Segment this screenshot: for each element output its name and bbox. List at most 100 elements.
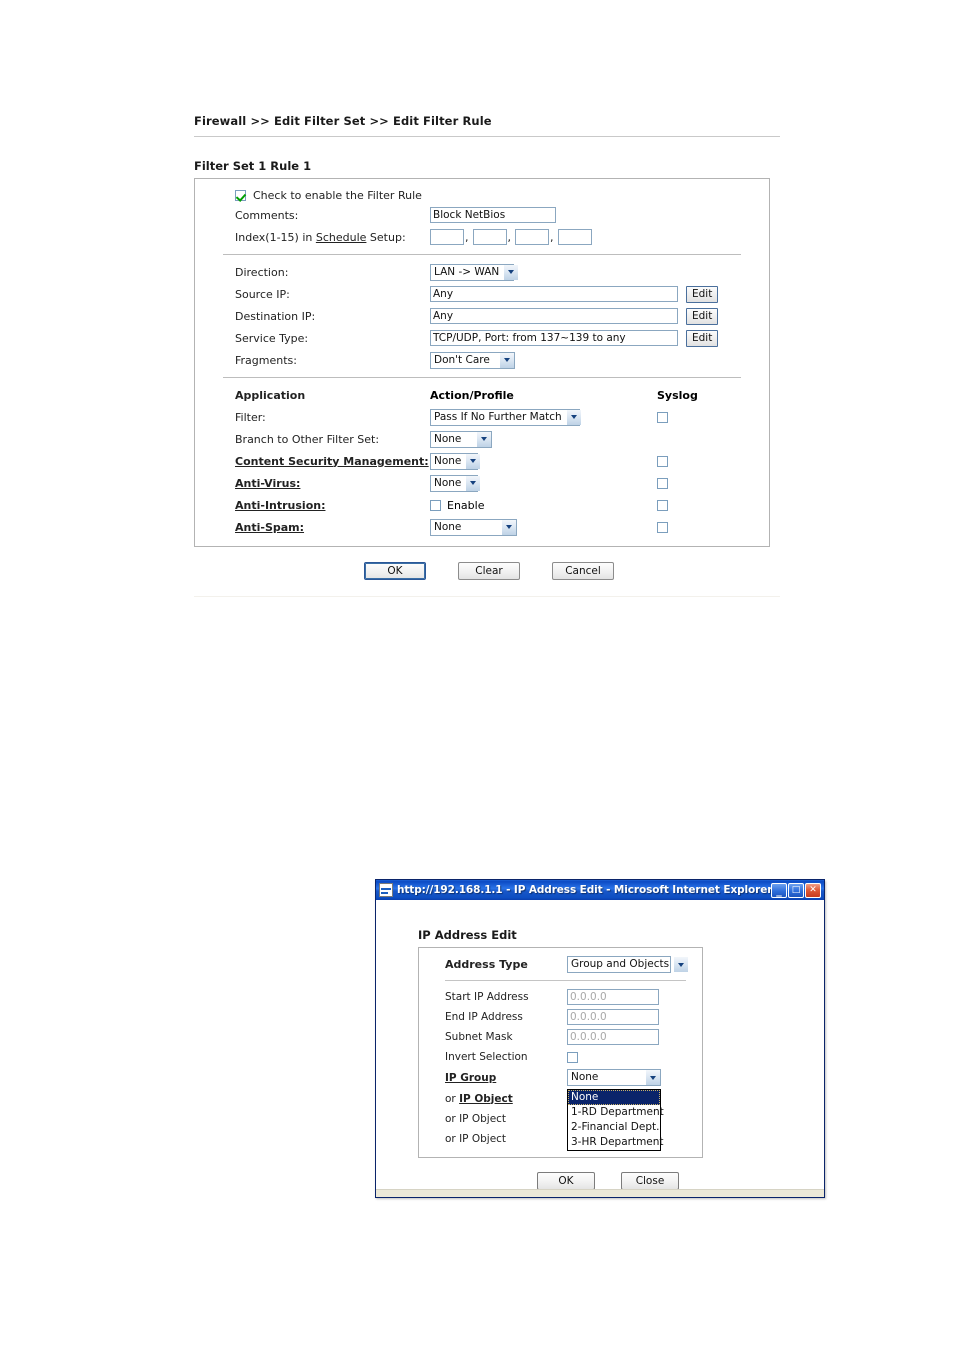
chevron-down-icon (465, 475, 481, 491)
destination-ip-input[interactable]: Any (430, 308, 678, 324)
branch-filter-set-select[interactable]: None (430, 430, 492, 448)
direction-label: Direction: (235, 265, 289, 279)
anti-spam-action-cell: None (430, 518, 585, 536)
subnet-mask-row: Subnet Mask 0.0.0.0 (419, 1027, 702, 1047)
filter-syslog-checkbox[interactable] (657, 411, 668, 423)
chevron-down-icon (465, 453, 481, 469)
dialog-ok-button[interactable]: OK (537, 1172, 595, 1190)
action-profile-column-header: Action/Profile (430, 388, 514, 402)
enable-filter-rule-checkbox[interactable] (235, 190, 246, 201)
address-type-select[interactable]: Group and Objects (567, 956, 689, 973)
dropdown-option-rd-department[interactable]: 1-RD Department (568, 1105, 664, 1120)
branch-filter-set-row: Branch to Other Filter Set: None (205, 428, 759, 450)
anti-spam-label[interactable]: Anti-Spam: (235, 521, 430, 534)
content-security-management-select[interactable]: None (430, 452, 481, 470)
dropdown-option-hr-department[interactable]: 3-HR Department (568, 1135, 664, 1150)
anti-intrusion-syslog-checkbox[interactable] (657, 499, 668, 511)
dialog-divider (445, 980, 686, 981)
ip-group-select[interactable]: None (567, 1069, 661, 1086)
content-security-management-syslog-checkbox[interactable] (657, 455, 668, 467)
ip-group-label[interactable]: IP Group (445, 1072, 567, 1084)
anti-spam-select[interactable]: None (430, 518, 517, 536)
start-ip-address-input[interactable]: 0.0.0.0 (567, 989, 659, 1005)
filter-select[interactable]: Pass If No Further Match (430, 408, 581, 426)
enable-filter-rule-row[interactable]: Check to enable the Filter Rule (205, 187, 759, 204)
anti-intrusion-row: Anti-Intrusion: Enable (205, 494, 759, 516)
service-type-input[interactable]: TCP/UDP, Port: from 137~139 to any (430, 330, 678, 346)
schedule-setup-link[interactable]: Schedule (316, 231, 367, 244)
comments-row: Comments: Block NetBios (205, 204, 759, 226)
clear-button[interactable]: Clear (458, 562, 520, 580)
ip-object-link-text[interactable]: IP Object (459, 1093, 513, 1105)
filter-rule-panel: Check to enable the Filter Rule Comments… (194, 178, 770, 547)
chevron-down-icon (645, 1070, 660, 1085)
cancel-button[interactable]: Cancel (552, 562, 614, 580)
syslog-column-header: Syslog (657, 388, 698, 402)
anti-virus-label[interactable]: Anti-Virus: (235, 477, 430, 490)
ok-button[interactable]: OK (364, 562, 426, 580)
panel-divider-1 (223, 254, 741, 255)
service-type-edit-button[interactable]: Edit (686, 329, 719, 347)
comments-input[interactable]: Block NetBios (430, 207, 556, 223)
anti-virus-syslog-checkbox[interactable] (657, 477, 668, 489)
dropdown-option-none[interactable]: None (568, 1090, 660, 1105)
internet-explorer-page-icon (379, 883, 393, 897)
direction-value: LAN -> WAN (434, 265, 500, 278)
schedule-separator-2: , (507, 230, 512, 244)
ip-object-dropdown-list[interactable]: None 1-RD Department 2-Financial Dept. 3… (567, 1089, 664, 1151)
source-ip-edit-button[interactable]: Edit (686, 285, 719, 303)
chevron-down-icon (673, 957, 689, 972)
service-type-label: Service Type: (235, 331, 309, 345)
source-ip-input[interactable]: Any (430, 286, 678, 302)
content-security-management-label[interactable]: Content Security Management: (235, 455, 430, 468)
anti-intrusion-label[interactable]: Anti-Intrusion: (235, 499, 430, 512)
page-title: Filter Set 1 Rule 1 (194, 159, 312, 173)
address-type-value: Group and Objects (571, 958, 670, 970)
anti-spam-row: Anti-Spam: None (205, 516, 759, 538)
destination-ip-edit-button[interactable]: Edit (686, 307, 719, 325)
schedule-index-input-4[interactable] (557, 229, 592, 245)
fragments-label: Fragments: (235, 353, 297, 367)
window-controls: _ □ ✕ (771, 882, 822, 898)
fragments-select[interactable]: Don't Care (430, 351, 515, 369)
minimize-icon: _ (776, 883, 782, 897)
schedule-prefix: Index(1-15) in (235, 230, 313, 244)
chevron-down-icon (499, 352, 514, 368)
invert-selection-checkbox[interactable] (567, 1051, 578, 1063)
content-security-management-action-cell: None (430, 452, 585, 470)
form-actions: OK Clear Cancel (194, 562, 780, 580)
window-titlebar[interactable]: http://192.168.1.1 - IP Address Edit - M… (375, 879, 825, 900)
fragments-row: Fragments: Don't Care (205, 349, 759, 371)
header-divider (194, 136, 780, 137)
maximize-button[interactable]: □ (788, 882, 804, 898)
direction-row: Direction: LAN -> WAN (205, 261, 759, 283)
subnet-mask-input[interactable]: 0.0.0.0 (567, 1029, 659, 1045)
filter-row: Filter: Pass If No Further Match (205, 406, 759, 428)
filter-label: Filter: (235, 410, 266, 424)
comments-label: Comments: (235, 208, 299, 222)
minimize-button[interactable]: _ (771, 882, 787, 898)
anti-intrusion-enable-group[interactable]: Enable (430, 499, 484, 512)
chevron-down-icon (476, 431, 491, 447)
dropdown-option-financial-dept[interactable]: 2-Financial Dept. (568, 1120, 660, 1135)
branch-filter-set-action-cell: None (430, 430, 585, 448)
anti-virus-select[interactable]: None (430, 474, 481, 492)
enable-filter-rule-label: Check to enable the Filter Rule (253, 189, 422, 202)
window-status-bar (376, 1189, 824, 1197)
schedule-separator-3: , (550, 230, 554, 244)
end-ip-address-input[interactable]: 0.0.0.0 (567, 1009, 659, 1025)
close-button[interactable]: ✕ (805, 882, 821, 898)
direction-select[interactable]: LAN -> WAN (430, 263, 519, 281)
anti-spam-syslog-checkbox[interactable] (657, 521, 668, 533)
dialog-heading: IP Address Edit (418, 928, 517, 942)
anti-intrusion-enable-checkbox[interactable] (430, 499, 441, 511)
panel-divider-2 (223, 377, 741, 378)
end-ip-address-label: End IP Address (445, 1011, 523, 1023)
schedule-index-input-2[interactable] (472, 229, 507, 245)
ip-group-row: IP Group None (419, 1067, 702, 1088)
window-title: http://192.168.1.1 - IP Address Edit - M… (397, 884, 771, 896)
source-ip-row: Source IP: Any Edit (205, 283, 759, 305)
schedule-index-input-3[interactable] (515, 229, 549, 245)
schedule-index-input-1[interactable] (430, 229, 464, 245)
dialog-close-button[interactable]: Close (621, 1172, 679, 1190)
